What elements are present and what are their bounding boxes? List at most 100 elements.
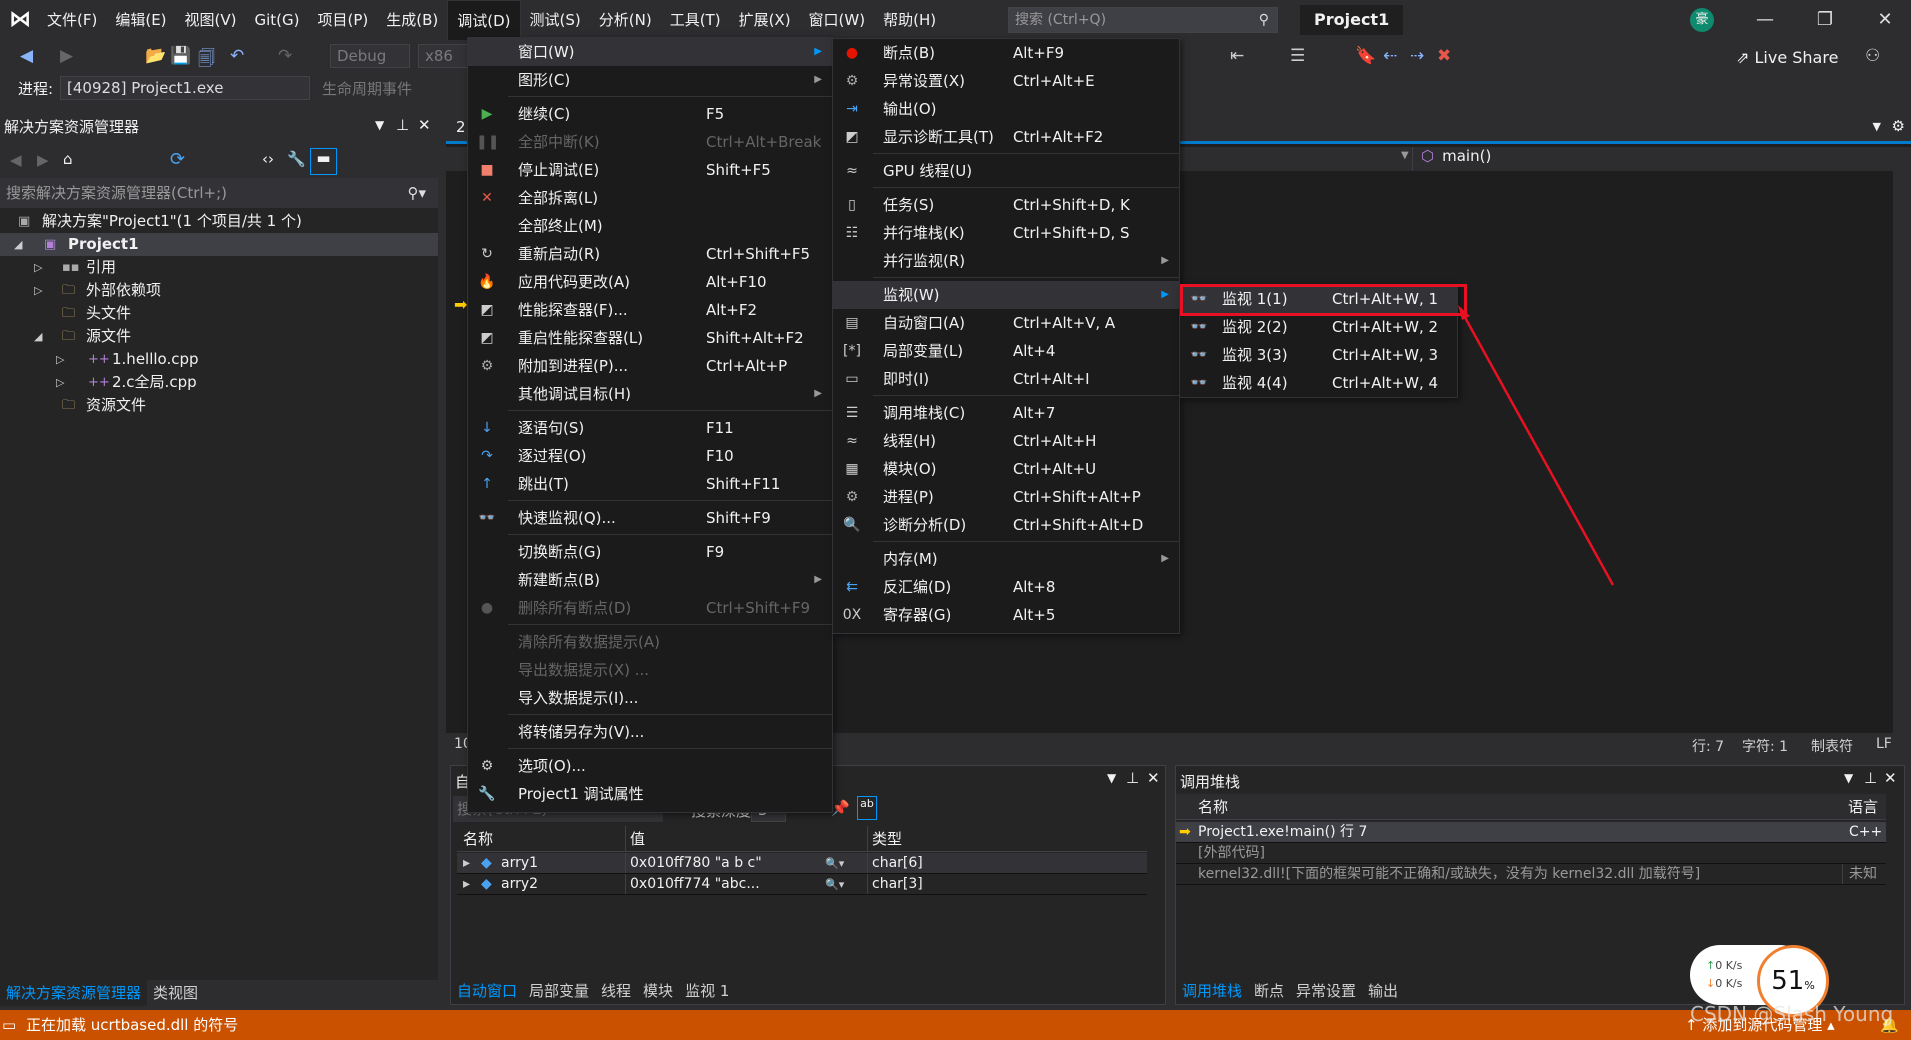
column-value[interactable]: 值 <box>625 826 645 852</box>
twisty-collapsed-icon[interactable]: ▷ <box>34 279 42 302</box>
tab-threads[interactable]: 线程 <box>595 978 637 1004</box>
hex-display-icon[interactable]: ab <box>857 796 877 820</box>
table-row[interactable]: ➡ Project1.exe!main() 行 7 C++ <box>1176 822 1886 843</box>
close-button[interactable]: ✕ <box>1865 6 1905 34</box>
back-icon[interactable]: ◀ <box>10 151 22 169</box>
menu-item[interactable]: ↑ 跳出(T) Shift+F11 <box>468 470 832 498</box>
menu-item[interactable]: ↓ 逐语句(S) F11 <box>468 414 832 442</box>
lifecycle-events[interactable]: 生命周期事件 <box>322 78 412 99</box>
menu-9[interactable]: 工具(T) <box>661 0 730 40</box>
tree-item[interactable]: ▣ 解决方案"Project1"(1 个项目/共 1 个) <box>0 210 438 233</box>
menu-item[interactable]: 全部终止(M) <box>468 212 832 240</box>
expand-icon[interactable]: ▸ <box>463 874 470 894</box>
menu-item[interactable]: 👓 监视 2(2) Ctrl+Alt+W, 2 <box>1180 313 1457 341</box>
menu-item[interactable]: ▭ 即时(I) Ctrl+Alt+I <box>833 365 1179 393</box>
menu-10[interactable]: 扩展(X) <box>730 0 800 40</box>
dropdown-icon[interactable]: ▼ <box>1107 771 1116 785</box>
menu-item[interactable]: 🔥 应用代码更改(A) Alt+F10 <box>468 268 832 296</box>
process-select[interactable]: [40928] Project1.exe <box>60 76 310 100</box>
tree-item[interactable]: ▷ ▪▪ 引用 <box>0 256 438 279</box>
menu-5[interactable]: 生成(B) <box>377 0 447 40</box>
step-icon[interactable]: ⇤ <box>1230 46 1244 66</box>
menu-item[interactable]: 并行监视(R) ▶ <box>833 247 1179 275</box>
menu-item[interactable]: 监视(W) ▶ <box>833 281 1179 309</box>
menu-item[interactable]: 👓 监视 4(4) Ctrl+Alt+W, 4 <box>1180 369 1457 397</box>
menu-item[interactable]: ≈ GPU 线程(U) <box>833 157 1179 185</box>
close-icon[interactable]: ✕ <box>1147 769 1160 787</box>
live-share-button[interactable]: ⇗ Live Share <box>1736 48 1838 67</box>
visualizer-icon[interactable]: 🔍▾ <box>825 874 844 894</box>
menu-item[interactable]: ⇥ 输出(O) <box>833 95 1179 123</box>
save-icon[interactable]: 💾 <box>170 46 191 66</box>
tab-watch1[interactable]: 监视 1 <box>679 978 735 1004</box>
menu-item[interactable]: ⚙ 附加到进程(P)... Ctrl+Alt+P <box>468 352 832 380</box>
menu-item[interactable]: ▶ 继续(C) F5 <box>468 100 832 128</box>
avatar[interactable]: 豪 <box>1690 8 1714 32</box>
menu-item[interactable]: 图形(C) ▶ <box>468 66 832 94</box>
twisty-collapsed-icon[interactable]: ▷ <box>34 256 42 279</box>
tab-indicator[interactable]: 制表符 <box>1811 736 1853 756</box>
tab-locals[interactable]: 局部变量 <box>523 978 595 1004</box>
twisty-collapsed-icon[interactable]: ▷ <box>56 371 64 394</box>
vertical-scrollbar[interactable] <box>1893 171 1911 738</box>
tab-class-view[interactable]: 类视图 <box>147 980 204 1006</box>
open-file-icon[interactable]: 📂 <box>145 46 166 66</box>
menu-item[interactable]: ≈ 线程(H) Ctrl+Alt+H <box>833 427 1179 455</box>
menu-1[interactable]: 编辑(E) <box>106 0 175 40</box>
configuration-select[interactable]: Debug <box>330 44 410 68</box>
prev-bookmark-icon[interactable]: ⇠ <box>1383 46 1397 66</box>
menu-item[interactable]: ↷ 逐过程(O) F10 <box>468 442 832 470</box>
menu-4[interactable]: 项目(P) <box>309 0 378 40</box>
tab-solution-explorer[interactable]: 解决方案资源管理器 <box>0 980 148 1006</box>
column-name[interactable]: 名称 <box>463 826 493 852</box>
menu-item[interactable]: ⚙ 异常设置(X) Ctrl+Alt+E <box>833 67 1179 95</box>
menu-item[interactable]: ☷ 并行堆栈(K) Ctrl+Shift+D, S <box>833 219 1179 247</box>
minimize-button[interactable]: — <box>1745 6 1785 34</box>
pin-icon[interactable]: ⊥ <box>396 116 409 134</box>
function-dropdown[interactable]: ⬡ main() <box>1412 147 1882 171</box>
menu-item[interactable]: [*] 局部变量(L) Alt+4 <box>833 337 1179 365</box>
pin-filter-icon[interactable]: 📌 <box>831 799 850 817</box>
platform-select[interactable]: x86 <box>418 44 468 68</box>
forward-icon[interactable]: ▶ <box>60 46 73 66</box>
menu-item[interactable]: ⇇ 反汇编(D) Alt+8 <box>833 573 1179 601</box>
menu-item[interactable]: 👓 快速监视(Q)... Shift+F9 <box>468 504 832 532</box>
table-row[interactable]: ▸ ◆ arry2 0x010ff774 "abc... 🔍▾ char[3] <box>457 874 1147 895</box>
menu-8[interactable]: 分析(N) <box>590 0 661 40</box>
twisty-collapsed-icon[interactable]: ▷ <box>56 348 64 371</box>
tab-output[interactable]: 输出 <box>1362 978 1404 1004</box>
eol-indicator[interactable]: LF <box>1876 736 1892 752</box>
restore-button[interactable]: ❐ <box>1805 6 1845 34</box>
pin-icon[interactable]: ⊥ <box>1126 769 1139 787</box>
tab-call-stack[interactable]: 调用堆栈 <box>1176 978 1249 1004</box>
close-icon[interactable]: ✕ <box>1884 769 1897 787</box>
menu-item[interactable]: ◩ 重启性能探查器(L) Shift+Alt+F2 <box>468 324 832 352</box>
menu-item[interactable]: 0X 寄存器(G) Alt+5 <box>833 601 1179 629</box>
menu-item[interactable]: ◩ 性能探查器(F)... Alt+F2 <box>468 296 832 324</box>
solution-search-input[interactable]: 搜索解决方案资源管理器(Ctrl+;) ⚲▾ <box>0 178 438 208</box>
menu-item[interactable]: ✕ 全部拆离(L) <box>468 184 832 212</box>
tree-item[interactable]: 🗀 资源文件 <box>0 394 438 417</box>
back-icon[interactable]: ◀ <box>20 46 33 66</box>
column-name[interactable]: 名称 <box>1198 794 1228 820</box>
menu-item[interactable]: ▯ 任务(S) Ctrl+Shift+D, K <box>833 191 1179 219</box>
table-row[interactable]: ▸ ◆ arry1 0x010ff780 "a b c" 🔍▾ char[6] <box>457 853 1147 874</box>
menu-item[interactable]: 导入数据提示(I)... <box>468 684 832 712</box>
wrench-icon[interactable]: 🔧 <box>287 150 306 168</box>
twisty-expanded-icon[interactable]: ◢ <box>34 325 42 348</box>
dropdown-icon[interactable]: ▼ <box>1844 771 1853 785</box>
pin-icon[interactable]: ⊥ <box>1864 769 1877 787</box>
menu-item[interactable]: ☰ 调用堆栈(C) Alt+7 <box>833 399 1179 427</box>
clear-bookmarks-icon[interactable]: ✖ <box>1437 46 1451 66</box>
menu-item[interactable]: 切换断点(G) F9 <box>468 538 832 566</box>
menu-item[interactable]: ▦ 模块(O) Ctrl+Alt+U <box>833 455 1179 483</box>
bookmark-icon[interactable]: 🔖 <box>1355 46 1376 66</box>
menu-item[interactable]: 窗口(W) ▶ <box>468 38 832 66</box>
tree-item[interactable]: ▷ 🗀 外部依赖项 <box>0 279 438 302</box>
redo-icon[interactable]: ↷ <box>278 46 292 66</box>
tab-autos[interactable]: 自动窗口 <box>451 978 524 1004</box>
tab-breakpoints[interactable]: 断点 <box>1248 978 1290 1004</box>
tree-item[interactable]: ▷ ++ 1.helllo.cpp <box>0 348 438 371</box>
menu-2[interactable]: 视图(V) <box>176 0 246 40</box>
menu-item[interactable]: 内存(M) ▶ <box>833 545 1179 573</box>
